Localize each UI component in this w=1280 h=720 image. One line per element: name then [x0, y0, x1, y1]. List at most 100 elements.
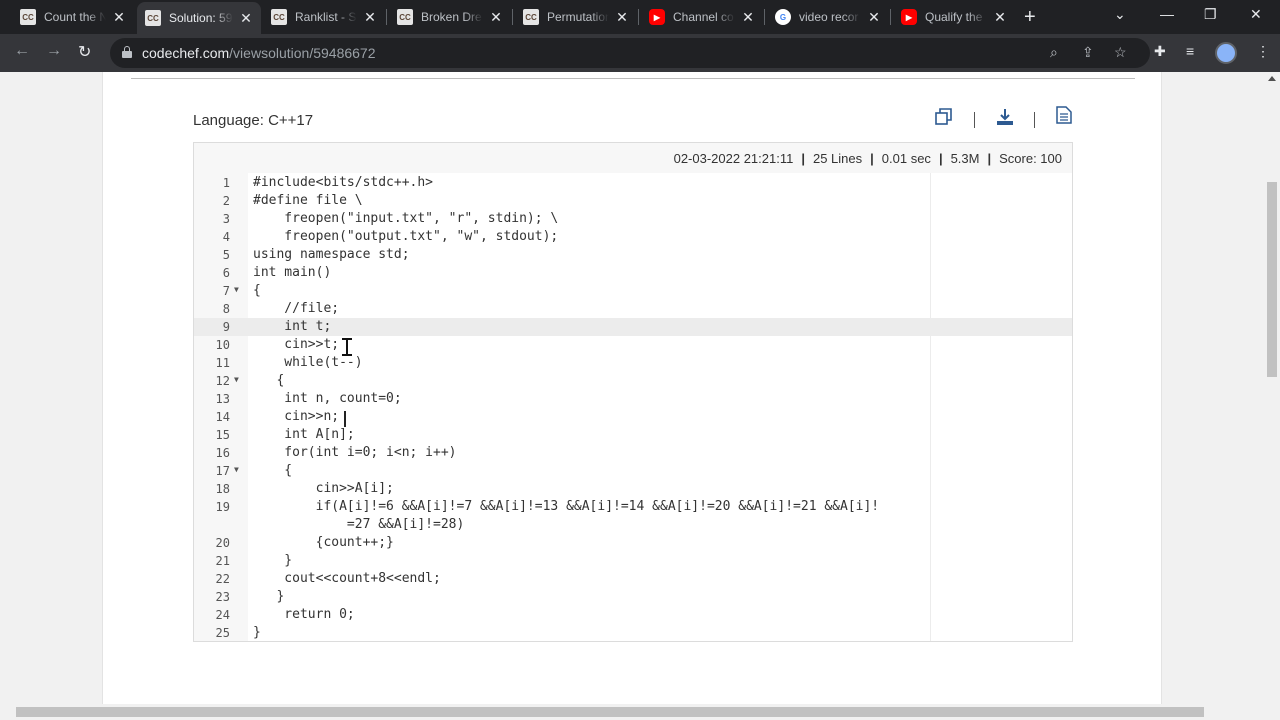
restore-icon[interactable]: ❐: [1204, 6, 1217, 23]
code-text: {: [253, 283, 261, 298]
tab-separator: [638, 9, 639, 25]
code-line[interactable]: 17 ▼ {: [194, 462, 1072, 480]
code-text: }: [253, 589, 285, 604]
action-separator: [1034, 112, 1035, 128]
tab-permutation[interactable]: CC Permutation ✕: [515, 4, 637, 30]
minimize-icon[interactable]: —: [1160, 6, 1174, 22]
code-line[interactable]: 22 cout<<count+8<<endl;: [194, 570, 1072, 588]
vertical-scrollbar[interactable]: [1264, 72, 1280, 704]
code-text: freopen("input.txt", "r", stdin); \: [253, 211, 559, 226]
profile-avatar[interactable]: [1215, 42, 1237, 64]
code-line[interactable]: 2 #define file \: [194, 192, 1072, 210]
fold-arrow-icon[interactable]: ▼: [234, 371, 239, 389]
media-queue-icon[interactable]: ≡: [1186, 43, 1194, 59]
google-favicon-icon: G: [775, 9, 791, 25]
tab-search-chevron-icon[interactable]: ⌄: [1114, 6, 1126, 23]
code-line[interactable]: 12 ▼ {: [194, 372, 1072, 390]
forward-arrow-icon[interactable]: →: [46, 42, 62, 60]
address-bar[interactable]: codechef.com/viewsolution/59486672 ⌕ ⇪ ☆: [110, 38, 1150, 68]
tab-channel[interactable]: ▶ Channel co ✕: [641, 4, 763, 30]
horizontal-scroll-thumb[interactable]: [16, 707, 1204, 717]
horizontal-scrollbar[interactable]: [0, 704, 1280, 720]
close-icon[interactable]: ✕: [867, 9, 881, 26]
lock-icon[interactable]: [122, 46, 132, 58]
new-tab-plus-icon[interactable]: +: [1024, 6, 1036, 29]
code-text: int main(): [253, 265, 332, 280]
exec-time: 0.01 sec: [881, 151, 931, 166]
fold-arrow-icon[interactable]: ▼: [234, 281, 239, 299]
code-text: }: [253, 553, 293, 568]
fold-arrow-icon[interactable]: ▼: [234, 461, 239, 479]
code-line[interactable]: 9 int t;: [194, 318, 1072, 336]
code-text: cin>>t;: [253, 337, 340, 352]
code-line[interactable]: 15 int A[n];: [194, 426, 1072, 444]
tab-video-recor[interactable]: G video recor ✕: [767, 4, 889, 30]
code-text: cout<<count+8<<endl;: [253, 571, 441, 586]
file-text-icon[interactable]: [1056, 106, 1072, 129]
code-line[interactable]: 4 freopen("output.txt", "w", stdout);: [194, 228, 1072, 246]
code-line[interactable]: 19 if(A[i]!=6 &&A[i]!=7 &&A[i]!=13 &&A[i…: [194, 498, 1072, 516]
code-line[interactable]: 18 cin>>A[i];: [194, 480, 1072, 498]
tab-title: Ranklist - S: [295, 10, 357, 24]
line-number: 25: [215, 626, 230, 640]
code-line[interactable]: 3 freopen("input.txt", "r", stdin); \: [194, 210, 1072, 228]
line-number: 17: [215, 464, 230, 478]
code-line[interactable]: 6 int main(): [194, 264, 1072, 282]
tab-qualify[interactable]: ▶ Qualify the ✕: [893, 4, 1015, 30]
code-line[interactable]: 25}: [194, 624, 1072, 642]
url-text[interactable]: codechef.com/viewsolution/59486672: [142, 45, 376, 61]
code-line[interactable]: 7 ▼ {: [194, 282, 1072, 300]
download-icon[interactable]: [996, 108, 1014, 131]
line-number: 8: [222, 302, 230, 316]
code-line[interactable]: 13 int n, count=0;: [194, 390, 1072, 408]
code-line[interactable]: =27 &&A[i]!=28): [194, 516, 1072, 534]
browser-toolbar: ← → ↻ codechef.com/viewsolution/59486672…: [0, 34, 1280, 72]
tab-solution[interactable]: CC Solution: 59 ✕: [137, 2, 261, 34]
code-line[interactable]: 20 {count++;}: [194, 534, 1072, 552]
tab-broken-dre[interactable]: CC Broken Dre ✕: [389, 4, 511, 30]
code-line[interactable]: 21 }: [194, 552, 1072, 570]
close-icon[interactable]: ✕: [741, 9, 755, 26]
tab-count-the-n[interactable]: CC Count the N ✕: [12, 4, 134, 30]
line-number: 11: [215, 356, 230, 370]
code-text: freopen("output.txt", "w", stdout);: [253, 229, 559, 244]
share-icon[interactable]: ⇪: [1082, 44, 1094, 61]
line-number: 21: [215, 554, 230, 568]
code-line[interactable]: 5 using namespace std;: [194, 246, 1072, 264]
code-line[interactable]: 23 }: [194, 588, 1072, 606]
extensions-puzzle-icon[interactable]: ✚: [1154, 43, 1166, 60]
bookmark-star-icon[interactable]: ☆: [1114, 44, 1127, 61]
code-line[interactable]: 1 #include<bits/stdc++.h>: [194, 174, 1072, 192]
scroll-up-arrow-icon[interactable]: [1268, 76, 1276, 81]
tab-title: Permutation: [547, 10, 609, 24]
tab-strip: CC Count the N ✕ CC Solution: 59 ✕ CC Ra…: [0, 0, 1280, 34]
meta-separator: |: [938, 151, 943, 166]
zoom-search-icon[interactable]: ⌕: [1050, 44, 1058, 61]
code-text: cin>>A[i];: [253, 481, 394, 496]
close-icon[interactable]: ✕: [239, 10, 253, 27]
close-icon[interactable]: ✕: [615, 9, 629, 26]
close-icon[interactable]: ✕: [489, 9, 503, 26]
reload-icon[interactable]: ↻: [78, 42, 91, 62]
code-line[interactable]: 24 return 0;: [194, 606, 1072, 624]
close-icon[interactable]: ✕: [993, 9, 1007, 26]
close-icon[interactable]: ✕: [112, 9, 126, 26]
close-icon[interactable]: ✕: [363, 9, 377, 26]
code-viewer[interactable]: 02-03-2022 21:21:11 | 25 Lines | 0.01 se…: [193, 142, 1073, 642]
menu-kebab-icon[interactable]: ⋮: [1256, 43, 1270, 60]
line-number: 18: [215, 482, 230, 496]
tab-title: Channel co: [673, 10, 734, 24]
code-line[interactable]: 14 cin>>n;: [194, 408, 1072, 426]
solution-card: Language: C++17 02-03-2022 21:21:11 | 25…: [102, 72, 1162, 704]
line-number: 9: [222, 320, 230, 334]
code-line[interactable]: 10 cin>>t;: [194, 336, 1072, 354]
code-text: if(A[i]!=6 &&A[i]!=7 &&A[i]!=13 &&A[i]!=…: [253, 499, 880, 514]
code-line[interactable]: 16 for(int i=0; i<n; i++): [194, 444, 1072, 462]
back-arrow-icon[interactable]: ←: [14, 42, 30, 60]
tab-ranklist[interactable]: CC Ranklist - S ✕: [263, 4, 385, 30]
close-window-icon[interactable]: ✕: [1250, 6, 1262, 23]
code-line[interactable]: 8 //file;: [194, 300, 1072, 318]
copy-icon[interactable]: [935, 108, 953, 131]
code-line[interactable]: 11 while(t--): [194, 354, 1072, 372]
vertical-scroll-thumb[interactable]: [1267, 182, 1277, 377]
